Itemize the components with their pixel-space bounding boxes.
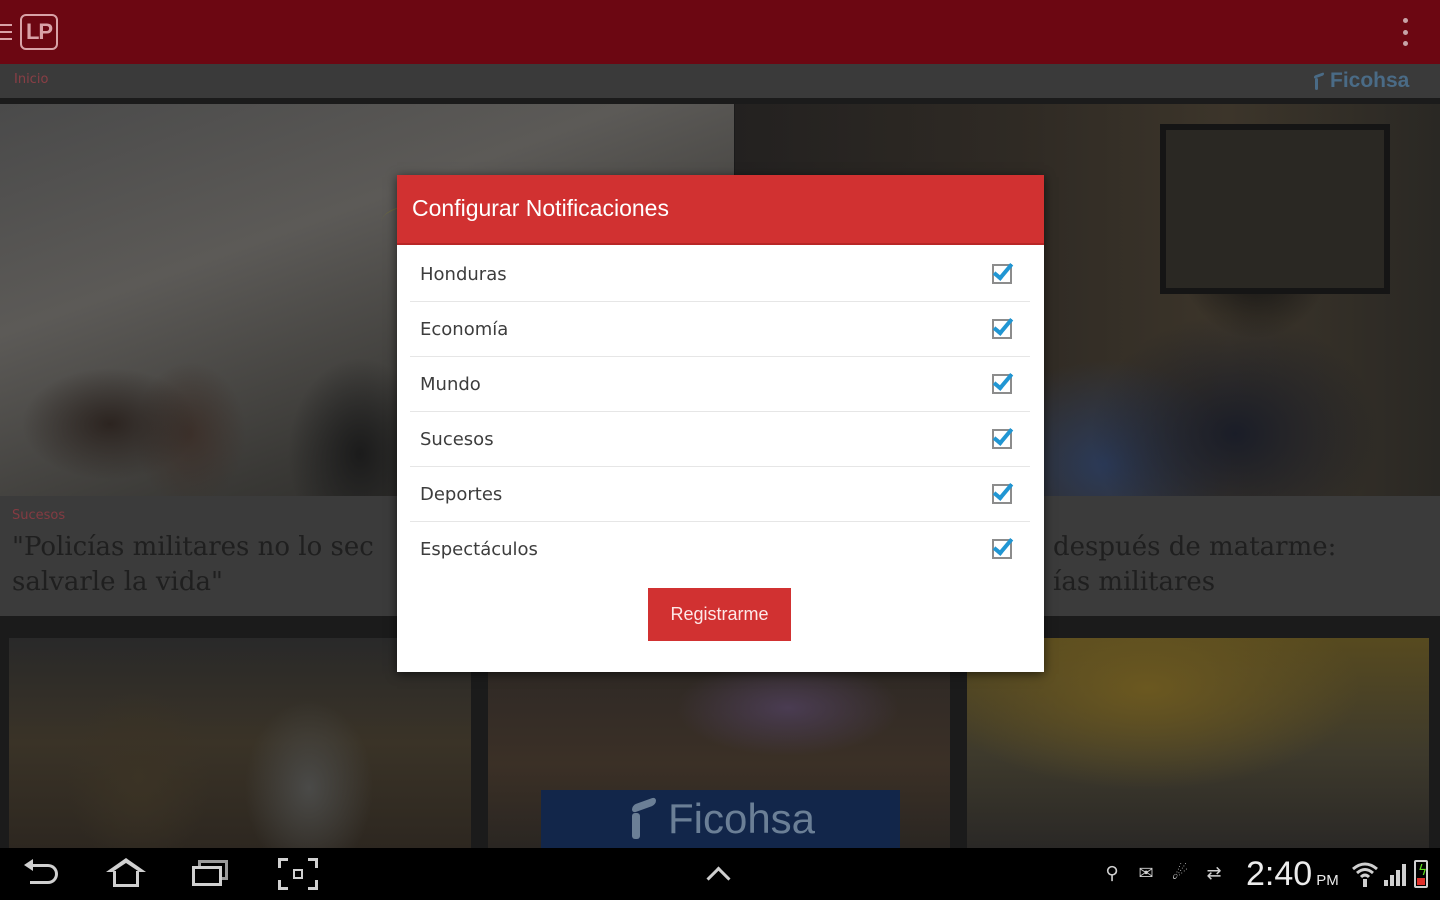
screenshot-icon[interactable] (276, 858, 320, 890)
option-label: Sucesos (420, 429, 494, 450)
option-row-deportes[interactable]: Deportes (410, 467, 1030, 522)
sponsor-banner-text: Ficohsa (667, 795, 816, 842)
story-headline-right: después de matarme: ías militares (1053, 530, 1433, 600)
signal-icon (1384, 862, 1408, 886)
register-button[interactable]: Registrarme (648, 588, 791, 641)
check-icon (992, 259, 1014, 281)
back-icon[interactable] (22, 858, 66, 890)
wifi-icon (1352, 862, 1378, 887)
checkbox-espectaculos[interactable] (992, 534, 1014, 559)
option-label: Economía (420, 319, 509, 340)
option-label: Espectáculos (420, 539, 538, 560)
checkbox-deportes[interactable] (992, 479, 1014, 504)
notification-options: Honduras Economía Mundo Sucesos Deportes… (410, 247, 1030, 577)
wifi-alert-icon: ☄ (1171, 863, 1189, 884)
clock-ampm: PM (1316, 872, 1339, 889)
breadcrumb[interactable]: Inicio (14, 72, 48, 87)
story-headline-right-line2: ías militares (1053, 567, 1216, 597)
sync-icon: ⇄ (1206, 863, 1222, 884)
breadcrumb-bar: Inicio Ficohsa (0, 64, 1440, 98)
check-icon (992, 369, 1014, 391)
checkbox-honduras[interactable] (992, 259, 1014, 284)
option-label: Mundo (420, 374, 481, 395)
sponsor-logo[interactable]: Ficohsa (1312, 68, 1409, 94)
story-category: Sucesos (12, 508, 66, 523)
option-row-economia[interactable]: Economía (410, 302, 1030, 357)
story-headline-line1: "Policías militares no lo sec (12, 532, 374, 562)
option-label: Honduras (420, 264, 507, 285)
check-icon (992, 424, 1014, 446)
option-row-honduras[interactable]: Honduras (410, 247, 1030, 302)
dialog-header: Configurar Notificaciones (397, 175, 1044, 245)
clock-time: 2:40 (1246, 855, 1313, 893)
option-row-espectaculos[interactable]: Espectáculos (410, 522, 1030, 577)
ficohsa-mark-icon (626, 797, 660, 841)
story-headline-line2: salvarle la vida" (12, 567, 223, 597)
check-icon (992, 314, 1014, 336)
sponsor-name: Ficohsa (1330, 69, 1410, 92)
check-icon (992, 534, 1014, 556)
status-icons: ⚲ ✉ ☄ ⇄ (1100, 848, 1226, 900)
home-icon[interactable] (104, 858, 148, 890)
overflow-menu-icon[interactable] (1396, 18, 1414, 46)
clock: 2:40 PM (1246, 854, 1339, 900)
battery-icon: ϟ (1414, 860, 1428, 888)
ficohsa-flag-icon (1312, 72, 1326, 90)
checkbox-mundo[interactable] (992, 369, 1014, 394)
app-root: LP Inicio Ficohsa Sucesos "Policías mili… (0, 0, 1440, 900)
menu-icon[interactable] (0, 24, 12, 40)
option-row-sucesos[interactable]: Sucesos (410, 412, 1030, 467)
chevron-up-icon[interactable] (704, 868, 732, 882)
recent-apps-icon[interactable] (188, 858, 232, 890)
usb-icon: ⚲ (1105, 863, 1119, 884)
story-headline-right-line1: después de matarme: (1053, 532, 1337, 562)
action-bar: LP (0, 0, 1440, 64)
checkbox-economia[interactable] (992, 314, 1014, 339)
option-label: Deportes (420, 484, 503, 505)
checkbox-sucesos[interactable] (992, 424, 1014, 449)
sponsor-banner[interactable]: Ficohsa (541, 790, 900, 848)
app-logo[interactable]: LP (20, 14, 58, 50)
check-icon (992, 479, 1014, 501)
dialog-title: Configurar Notificaciones (412, 195, 669, 221)
email-icon: ✉ (1138, 863, 1154, 884)
option-row-mundo[interactable]: Mundo (410, 357, 1030, 412)
notifications-dialog: Configurar Notificaciones Honduras Econo… (397, 175, 1044, 672)
